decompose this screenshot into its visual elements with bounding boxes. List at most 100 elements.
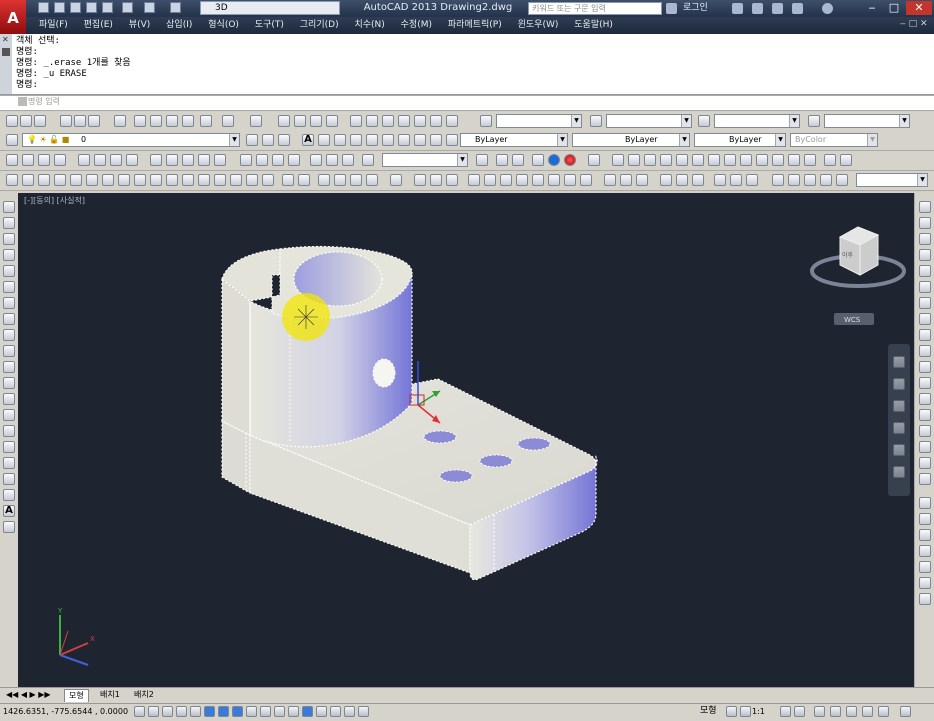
viewcube[interactable]: 이후 [810, 226, 906, 288]
fillet-icon[interactable] [919, 441, 931, 453]
rotate-icon[interactable] [919, 297, 931, 309]
subtract-icon[interactable] [740, 154, 752, 166]
dynamic-ucs-icon[interactable] [246, 706, 257, 717]
dynamic-input-icon[interactable] [260, 706, 271, 717]
explode-icon[interactable] [919, 473, 931, 485]
close-button[interactable]: ✕ [906, 1, 932, 15]
extrude-icon[interactable] [612, 154, 624, 166]
exchange-icon[interactable] [732, 3, 743, 14]
tab-layout2[interactable]: 배치2 [130, 689, 158, 701]
zoom-realtime-icon[interactable] [294, 115, 306, 127]
user-icon[interactable] [666, 3, 677, 14]
paste-icon[interactable] [166, 115, 178, 127]
send-under-icon[interactable] [919, 561, 931, 573]
quickcalc-icon[interactable] [430, 115, 442, 127]
spline-icon[interactable] [3, 329, 15, 341]
materials-icon[interactable] [746, 174, 758, 186]
render-material-icon[interactable] [564, 154, 576, 166]
status-menu-icon[interactable] [878, 706, 889, 717]
torus-icon[interactable] [588, 154, 600, 166]
layer-properties-icon[interactable] [6, 134, 18, 146]
redo-icon[interactable] [144, 2, 155, 13]
open-icon[interactable] [20, 115, 32, 127]
dim-edit-icon[interactable] [310, 154, 322, 166]
stretch-icon[interactable] [919, 329, 931, 341]
table-style-select[interactable]: ▼ [714, 114, 800, 128]
sub-object-filter-icon[interactable] [344, 706, 355, 717]
qnew-icon[interactable] [6, 115, 18, 127]
bring-front-icon[interactable] [919, 513, 931, 525]
offset-icon[interactable] [919, 249, 931, 261]
redo-icon[interactable] [250, 115, 262, 127]
properties-icon[interactable] [350, 115, 362, 127]
wireframe-icon[interactable] [772, 174, 784, 186]
dim-style-icon[interactable] [590, 115, 602, 127]
new-icon[interactable] [38, 2, 49, 13]
jogged-linear-icon[interactable] [288, 154, 300, 166]
quick-properties-icon[interactable] [302, 706, 313, 717]
cylinder-icon[interactable] [86, 174, 98, 186]
polygon-icon[interactable] [3, 249, 15, 261]
join-icon[interactable] [919, 409, 931, 421]
maximize-button[interactable]: □ [884, 1, 904, 15]
tolerance-icon[interactable] [240, 154, 252, 166]
render-icon[interactable] [714, 174, 726, 186]
open-icon[interactable] [54, 2, 65, 13]
menu-dimension[interactable]: 치수(N) [341, 17, 384, 34]
zoom-nav-icon[interactable] [893, 400, 905, 412]
undo-icon[interactable] [222, 115, 234, 127]
dim-style-select[interactable]: ▼ [606, 114, 692, 128]
find-icon[interactable] [840, 154, 852, 166]
linetype-select[interactable]: ByLayer ▼ [572, 133, 690, 147]
text-edit-icon[interactable] [446, 134, 458, 146]
xline-icon[interactable] [3, 217, 15, 229]
union-solid-icon[interactable] [230, 174, 242, 186]
layer-previous-icon[interactable] [262, 134, 274, 146]
zoom-window-icon[interactable] [310, 115, 322, 127]
subtract-solid-icon[interactable] [246, 174, 258, 186]
save-as-icon[interactable] [86, 2, 97, 13]
polysolid-icon[interactable] [6, 174, 18, 186]
center-mark-icon[interactable] [256, 154, 268, 166]
continuous-orbit-icon[interactable] [636, 174, 648, 186]
menu-help[interactable]: 도움말(H) [561, 17, 613, 34]
mtext-icon[interactable] [334, 134, 346, 146]
dim-text-edit-icon[interactable] [326, 154, 338, 166]
infer-constraints-icon[interactable] [134, 706, 145, 717]
visual-style-realistic-icon[interactable] [446, 174, 458, 186]
hardware-acceleration-icon[interactable] [846, 706, 857, 717]
visual-styles-manager-icon[interactable] [836, 174, 848, 186]
command-input[interactable]: 명령 입력 [28, 96, 808, 108]
scale-text-icon[interactable] [382, 134, 394, 146]
help-icon[interactable] [822, 3, 833, 14]
cone-solid-icon[interactable] [54, 174, 66, 186]
cylinder-boss[interactable] [221, 245, 413, 448]
fly-icon[interactable] [692, 174, 704, 186]
erase-icon[interactable] [919, 201, 931, 213]
color-select[interactable]: ByLayer ▼ [460, 133, 568, 147]
planar-surface-icon[interactable] [708, 154, 720, 166]
move-icon[interactable] [919, 281, 931, 293]
annotation-scale[interactable]: 1:1 [752, 705, 765, 718]
lineweight-select[interactable]: ByLayer ▼ [694, 133, 786, 147]
flatshot-icon[interactable] [824, 154, 836, 166]
view-front-icon[interactable] [532, 174, 544, 186]
undo-icon[interactable] [122, 2, 133, 13]
dim-update-icon[interactable] [342, 154, 354, 166]
sphere-icon[interactable] [548, 154, 560, 166]
transparency-icon[interactable] [288, 706, 299, 717]
orbit-icon[interactable] [604, 174, 616, 186]
mleader-style-icon[interactable] [808, 115, 820, 127]
torus-solid-icon[interactable] [102, 174, 114, 186]
dim-style-manager-icon[interactable] [476, 154, 488, 166]
command-prompt-icon[interactable] [18, 97, 27, 106]
section-plane-icon[interactable] [804, 154, 816, 166]
box-solid-icon[interactable] [22, 174, 34, 186]
pan-nav-icon[interactable] [893, 378, 905, 390]
sphere-solid-icon[interactable] [70, 174, 82, 186]
array-icon[interactable] [919, 265, 931, 277]
intersect-icon[interactable] [756, 154, 768, 166]
text-icon[interactable]: A [302, 134, 314, 146]
grid-display-icon[interactable] [162, 706, 173, 717]
polar-tracking-icon[interactable] [190, 706, 201, 717]
